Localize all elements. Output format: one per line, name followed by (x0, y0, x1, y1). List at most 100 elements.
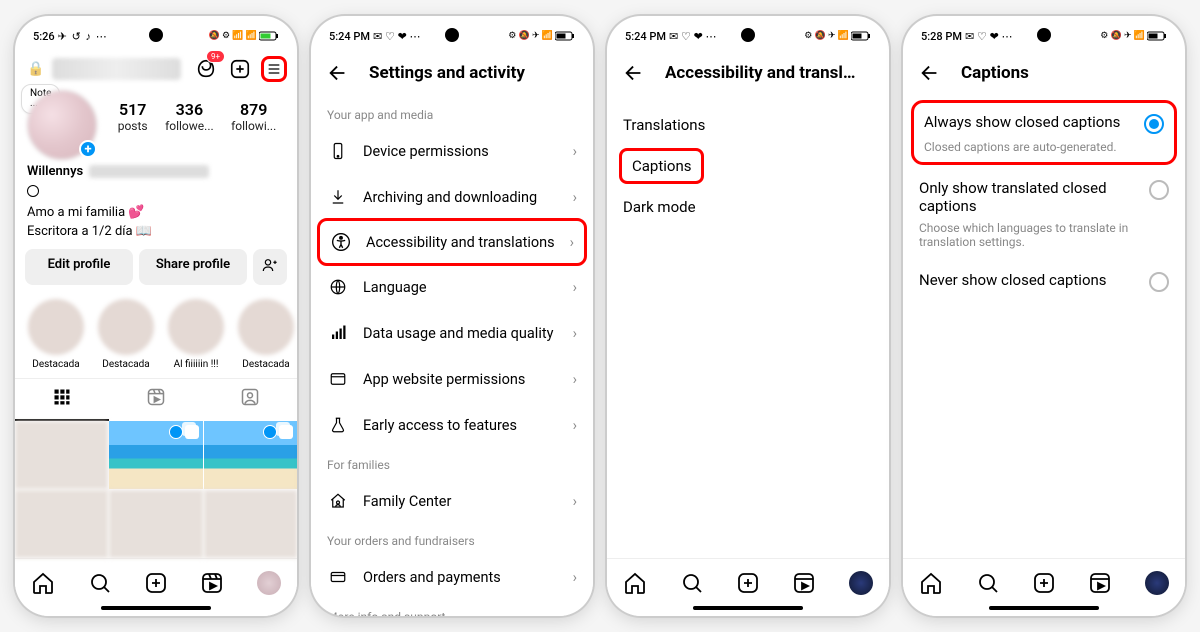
nav-reels[interactable] (1088, 571, 1112, 595)
status-time: 5:26 (33, 30, 55, 43)
status-icons-right: ⚙ 🔕 ✈ 📶 (1100, 31, 1167, 41)
row-captions[interactable]: Captions (619, 148, 704, 184)
option-never-show[interactable]: Never show closed captions (903, 259, 1185, 302)
back-button[interactable] (325, 60, 351, 86)
phone-captions: 5:28 PM ✉ ♡ ❤ ⋯ ⚙ 🔕 ✈ 📶 Captions Always … (903, 16, 1185, 616)
page-title: Settings and activity (369, 63, 525, 83)
tab-tagged[interactable] (203, 379, 297, 421)
threads-button[interactable]: 9+ (193, 56, 219, 82)
browser-icon (327, 368, 349, 390)
name-redacted (89, 165, 209, 178)
highlight-item[interactable]: Destacada (235, 299, 297, 370)
radio-unselected[interactable] (1149, 180, 1169, 200)
post-thumbnail[interactable] (15, 421, 108, 489)
nav-search[interactable] (976, 571, 1000, 595)
family-icon (327, 490, 349, 512)
bio-line-2: Escritora a 1/2 día 📖 (15, 222, 297, 241)
chevron-right-icon: › (570, 234, 574, 251)
phone-settings: 5:24 PM ✉ ♡ ❤ ⋯ ⚙ 🔕 ✈ 📶 Settings and act… (311, 16, 593, 616)
pinned-icon (169, 425, 183, 439)
row-orders[interactable]: Orders and payments › (311, 554, 593, 600)
row-family-center[interactable]: Family Center › (311, 478, 593, 524)
row-early-access[interactable]: Early access to features › (311, 402, 593, 448)
pinned-icon (263, 425, 277, 439)
back-button[interactable] (621, 60, 647, 86)
option-always-show[interactable]: Always show closed captions Closed capti… (911, 100, 1177, 165)
stat-followers[interactable]: 336 followe... (165, 100, 214, 133)
stat-following[interactable]: 879 followi... (231, 100, 276, 133)
status-time: 5:24 PM (329, 30, 370, 43)
download-icon (327, 186, 349, 208)
threads-icon[interactable] (27, 185, 39, 197)
status-icons-right: 🔕 ⚙ 📶 📶 (209, 31, 279, 41)
status-bar: 5:24 PM ✉ ♡ ❤ ⋯ ⚙ 🔕 ✈ 📶 (607, 16, 889, 50)
nav-home[interactable] (623, 571, 647, 595)
stat-posts[interactable]: 517 posts (118, 100, 148, 133)
phone-accessibility: 5:24 PM ✉ ♡ ❤ ⋯ ⚙ 🔕 ✈ 📶 Accessibility an… (607, 16, 889, 616)
highlight-item[interactable]: Destacada (95, 299, 157, 370)
status-icons-right: ⚙ 🔕 ✈ 📶 (508, 31, 575, 41)
post-thumbnail[interactable] (204, 421, 297, 489)
row-device-permissions[interactable]: Device permissions › (311, 128, 593, 174)
option-only-translated[interactable]: Only show translated closed captions Cho… (903, 167, 1185, 259)
nav-profile[interactable] (257, 571, 281, 595)
flask-icon (327, 414, 349, 436)
row-translations[interactable]: Translations (607, 104, 889, 146)
row-language[interactable]: Language › (311, 264, 593, 310)
carousel-icon (185, 425, 199, 439)
story-highlights: Destacada Destacada Al fiiiiiin !!! Dest… (15, 293, 297, 374)
tab-reels[interactable] (109, 379, 203, 421)
tab-grid[interactable] (15, 379, 109, 421)
hamburger-menu-button[interactable] (261, 56, 287, 82)
nav-search[interactable] (680, 571, 704, 595)
nav-reels[interactable] (200, 571, 224, 595)
section-families: For families (311, 448, 593, 478)
chevron-right-icon: › (573, 569, 577, 586)
status-bar: 5:24 PM ✉ ♡ ❤ ⋯ ⚙ 🔕 ✈ 📶 (311, 16, 593, 50)
status-icons-left: ✈ ↺ ♪ ⋯ (58, 30, 108, 43)
globe-icon (327, 276, 349, 298)
nav-create[interactable] (1032, 571, 1056, 595)
display-name: Willennys (27, 164, 83, 179)
nav-search[interactable] (88, 571, 112, 595)
nav-create[interactable] (736, 571, 760, 595)
row-dark-mode[interactable]: Dark mode (607, 186, 889, 228)
edit-profile-button[interactable]: Edit profile (25, 249, 133, 285)
post-thumbnail[interactable] (204, 490, 297, 558)
share-profile-button[interactable]: Share profile (139, 249, 247, 285)
bottom-nav (15, 558, 297, 606)
nav-home[interactable] (919, 571, 943, 595)
post-thumbnail[interactable] (109, 490, 202, 558)
nav-reels[interactable] (792, 571, 816, 595)
bio-line-1: Amo a mi familia 💕 (15, 203, 297, 222)
create-post-button[interactable] (227, 56, 253, 82)
chevron-right-icon: › (573, 417, 577, 434)
card-icon (327, 566, 349, 588)
nav-create[interactable] (144, 571, 168, 595)
row-accessibility[interactable]: Accessibility and translations › (317, 218, 587, 266)
status-time: 5:24 PM (625, 30, 666, 43)
chevron-right-icon: › (573, 493, 577, 510)
bars-icon (327, 322, 349, 344)
discover-people-button[interactable] (253, 249, 287, 285)
row-archiving[interactable]: Archiving and downloading › (311, 174, 593, 220)
post-thumbnail[interactable] (15, 490, 108, 558)
nav-profile[interactable] (849, 571, 873, 595)
nav-profile[interactable] (1145, 571, 1169, 595)
nav-home[interactable] (31, 571, 55, 595)
add-story-badge[interactable]: + (79, 140, 97, 158)
username-redacted (52, 58, 181, 80)
row-data-usage[interactable]: Data usage and media quality › (311, 310, 593, 356)
row-website-permissions[interactable]: App website permissions › (311, 356, 593, 402)
radio-unselected[interactable] (1149, 272, 1169, 292)
radio-selected[interactable] (1144, 114, 1164, 134)
chevron-right-icon: › (573, 189, 577, 206)
phone-profile: 5:26 ✈ ↺ ♪ ⋯ 🔕 ⚙ 📶 📶 🔒 9+ Note... (15, 16, 297, 616)
profile-avatar[interactable]: Note... + (27, 90, 97, 160)
highlight-item[interactable]: Al fiiiiiin !!! (165, 299, 227, 370)
home-indicator (101, 606, 211, 610)
back-button[interactable] (917, 60, 943, 86)
post-thumbnail[interactable] (109, 421, 202, 489)
highlight-item[interactable]: Destacada (25, 299, 87, 370)
threads-badge: 9+ (206, 50, 225, 63)
